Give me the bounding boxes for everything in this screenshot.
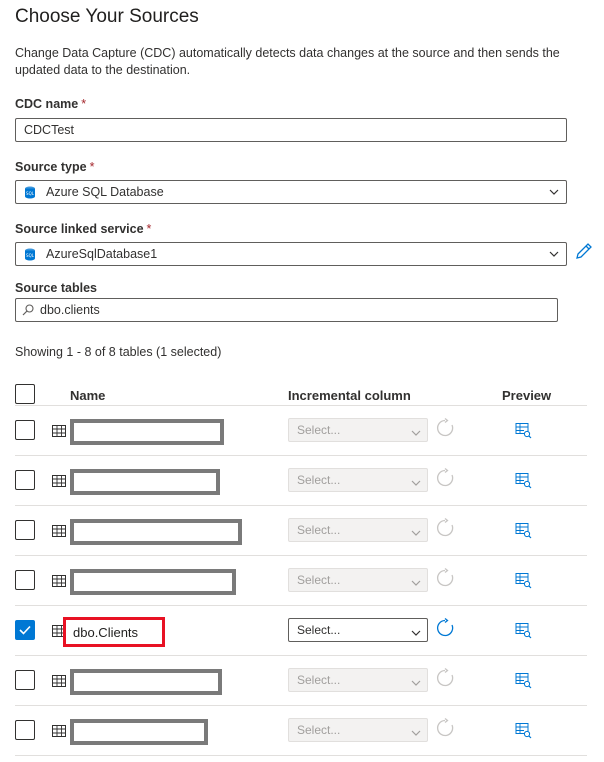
redacted-table-name [70, 719, 208, 745]
incremental-column-dropdown[interactable]: Select... [288, 568, 428, 592]
table-icon [52, 725, 66, 737]
source-tables-label: Source tables [15, 281, 97, 295]
cdc-name-input[interactable]: CDCTest [15, 118, 567, 142]
incremental-column-placeholder: Select... [297, 623, 341, 637]
table-row: Select... [15, 506, 587, 556]
cdc-name-value: CDCTest [24, 123, 75, 137]
preview-icon[interactable] [515, 572, 532, 589]
chevron-down-icon [411, 525, 421, 539]
preview-icon[interactable] [515, 522, 532, 539]
search-value: dbo.clients [40, 303, 100, 317]
incremental-column-dropdown[interactable]: Select... [288, 668, 428, 692]
cdc-name-label: CDC name * [15, 97, 86, 111]
column-header-preview: Preview [502, 387, 552, 403]
redacted-table-name [70, 519, 242, 545]
redacted-table-name [70, 569, 236, 595]
table-row: Select... [15, 406, 587, 456]
source-type-dropdown[interactable]: SQL Azure SQL Database [15, 180, 567, 204]
sql-database-icon: SQL [24, 248, 46, 261]
page-title: Choose Your Sources [15, 6, 199, 27]
chevron-down-icon [411, 625, 421, 639]
column-header-incremental: Incremental column [288, 387, 411, 403]
linked-service-dropdown[interactable]: SQL AzureSqlDatabase1 [15, 242, 567, 266]
row-checkbox[interactable] [15, 420, 35, 440]
required-mark: * [146, 222, 152, 236]
incremental-column-dropdown[interactable]: Select... [288, 418, 428, 442]
chevron-down-icon [411, 475, 421, 489]
pencil-icon[interactable] [574, 241, 594, 261]
select-all-checkbox[interactable] [15, 384, 35, 404]
row-checkbox[interactable] [15, 620, 35, 640]
source-type-label: Source type * [15, 160, 94, 174]
incremental-column-placeholder: Select... [297, 423, 341, 437]
preview-icon[interactable] [515, 422, 532, 439]
preview-icon[interactable] [515, 672, 532, 689]
required-mark: * [81, 97, 87, 111]
table-icon [52, 675, 66, 687]
svg-text:SQL: SQL [26, 253, 35, 258]
sql-database-icon: SQL [24, 186, 46, 199]
cdc-name-label-text: CDC name [15, 97, 79, 111]
search-icon [22, 304, 40, 316]
row-checkbox[interactable] [15, 470, 35, 490]
row-checkbox[interactable] [15, 570, 35, 590]
source-type-label-text: Source type [15, 160, 87, 174]
source-type-value: Azure SQL Database [46, 185, 164, 199]
table-icon [52, 425, 66, 437]
refresh-icon[interactable] [435, 567, 455, 588]
incremental-column-placeholder: Select... [297, 523, 341, 537]
linked-service-label: Source linked service * [15, 222, 151, 236]
preview-icon[interactable] [515, 722, 532, 739]
column-header-name[interactable]: Name [70, 383, 105, 407]
required-mark: * [89, 160, 95, 174]
incremental-column-placeholder: Select... [297, 723, 341, 737]
table-icon [52, 525, 66, 537]
chevron-down-icon [542, 189, 566, 195]
redacted-table-name [70, 419, 224, 445]
refresh-icon[interactable] [435, 467, 455, 488]
row-checkbox[interactable] [15, 520, 35, 540]
preview-icon[interactable] [515, 472, 532, 489]
preview-icon[interactable] [515, 622, 532, 639]
source-tables-search-input[interactable]: dbo.clients [15, 298, 558, 322]
chevron-down-icon [411, 725, 421, 739]
incremental-column-dropdown[interactable]: Select... [288, 468, 428, 492]
table-name: dbo.Clients [63, 617, 165, 647]
chevron-down-icon [411, 675, 421, 689]
refresh-icon[interactable] [435, 667, 455, 688]
table-row: dbo.Clients Select... [15, 606, 587, 656]
page-description: Change Data Capture (CDC) automatically … [15, 46, 560, 77]
showing-count: Showing 1 - 8 of 8 tables (1 selected) [15, 345, 222, 359]
linked-service-value: AzureSqlDatabase1 [46, 247, 158, 261]
incremental-column-placeholder: Select... [297, 673, 341, 687]
table-row: Select... [15, 656, 587, 706]
incremental-column-dropdown[interactable]: Select... [288, 518, 428, 542]
table-icon [52, 575, 66, 587]
row-checkbox[interactable] [15, 670, 35, 690]
refresh-icon[interactable] [435, 617, 455, 638]
checkmark-icon [19, 625, 31, 635]
table-row: Select... [15, 556, 587, 606]
row-checkbox[interactable] [15, 720, 35, 740]
chevron-down-icon [411, 425, 421, 439]
incremental-column-placeholder: Select... [297, 473, 341, 487]
redacted-table-name [70, 669, 222, 695]
refresh-icon[interactable] [435, 717, 455, 738]
linked-service-label-text: Source linked service [15, 222, 144, 236]
chevron-down-icon [411, 575, 421, 589]
chevron-down-icon [542, 251, 566, 257]
incremental-column-placeholder: Select... [297, 573, 341, 587]
svg-text:SQL: SQL [26, 191, 35, 196]
refresh-icon[interactable] [435, 517, 455, 538]
table-row: Select... [15, 456, 587, 506]
redacted-table-name [70, 469, 220, 495]
incremental-column-dropdown[interactable]: Select... [288, 718, 428, 742]
incremental-column-dropdown[interactable]: Select... [288, 618, 428, 642]
table-row: Select... [15, 706, 587, 756]
refresh-icon[interactable] [435, 417, 455, 438]
table-icon [52, 475, 66, 487]
